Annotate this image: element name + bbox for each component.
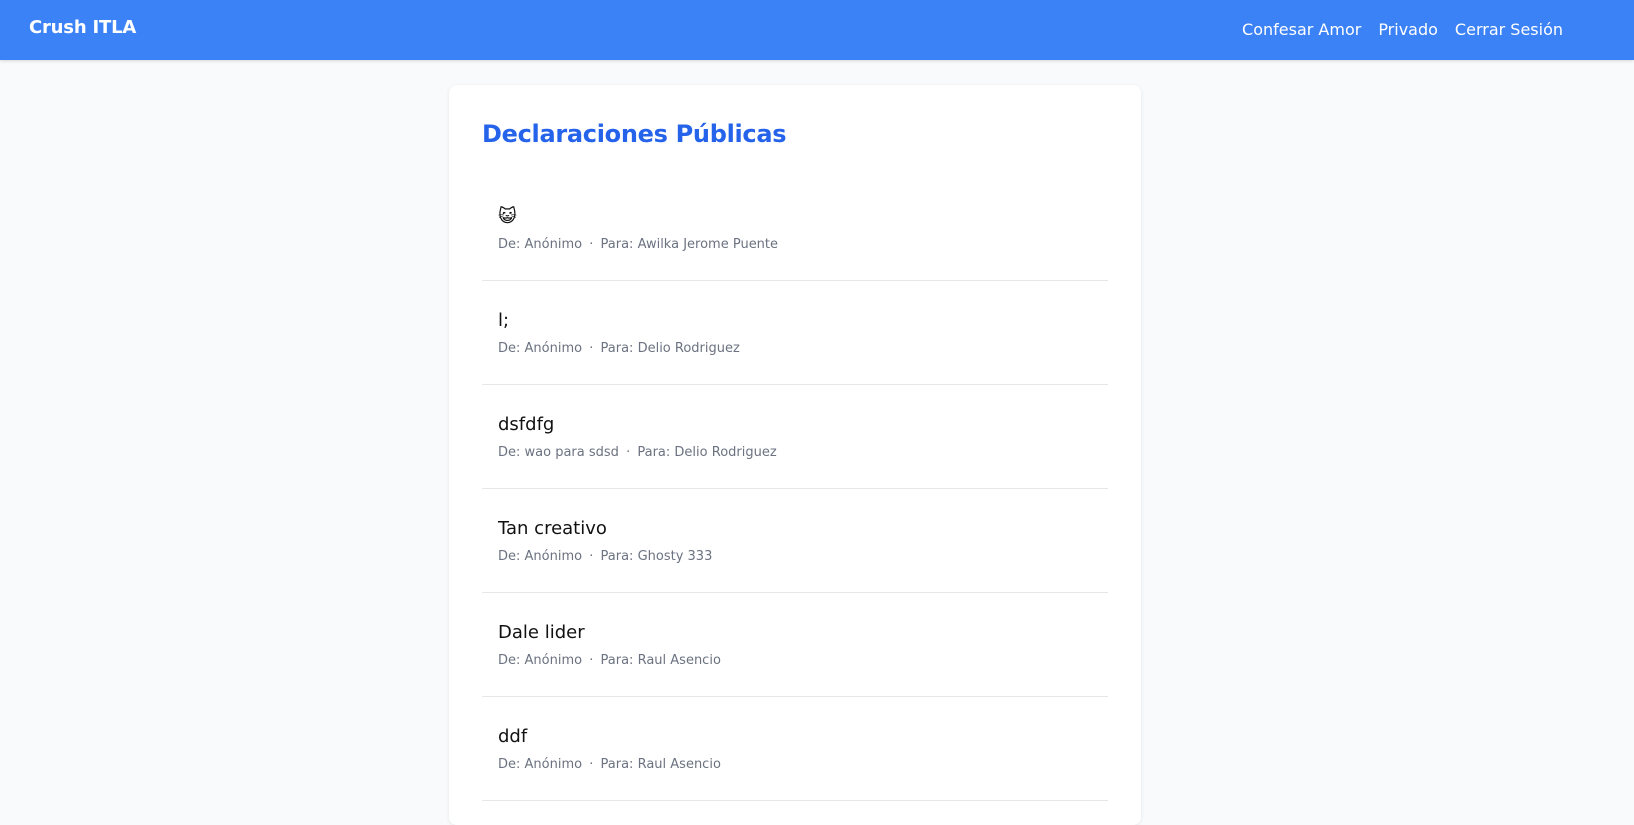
declarations-card: Declaraciones Públicas 😺 De: Anónimo · P… xyxy=(449,85,1141,825)
list-item: Tan creativo De: Anónimo · Para: Ghosty … xyxy=(482,489,1108,593)
to-value: Awilka Jerome Puente xyxy=(637,237,779,252)
declaration-message: ddf xyxy=(498,726,528,747)
from-label: De: xyxy=(498,445,521,460)
to-label: Para: xyxy=(600,237,634,252)
declaration-meta: De: Anónimo · Para: Awilka Jerome Puente xyxy=(498,237,778,253)
declaration-meta: De: Anónimo · Para: Raul Asencio xyxy=(498,653,721,669)
brand-logo[interactable]: Crush ITLA xyxy=(29,17,136,39)
from-value: Anónimo xyxy=(524,341,583,356)
declaration-message: Tan creativo xyxy=(498,518,607,539)
list-item: 😺 De: Anónimo · Para: Awilka Jerome Puen… xyxy=(482,177,1108,281)
meta-separator: · xyxy=(589,341,594,356)
from-label: De: xyxy=(498,549,521,564)
page-title: Declaraciones Públicas xyxy=(482,120,787,148)
meta-separator: · xyxy=(626,445,631,460)
from-label: De: xyxy=(498,341,521,356)
declaration-message: 😺 xyxy=(498,206,517,227)
nav-link-privado[interactable]: Privado xyxy=(1378,19,1438,41)
declaration-message: l; xyxy=(498,310,510,331)
from-value: Anónimo xyxy=(524,757,583,772)
from-label: De: xyxy=(498,757,521,772)
nav-links: Confesar Amor Privado Cerrar Sesión xyxy=(1242,19,1563,41)
from-label: De: xyxy=(498,653,521,668)
nav-link-confesar-amor[interactable]: Confesar Amor xyxy=(1242,19,1361,41)
declaration-meta: De: Anónimo · Para: Ghosty 333 xyxy=(498,549,712,565)
declaration-meta: De: Anónimo · Para: Delio Rodriguez xyxy=(498,341,740,357)
meta-separator: · xyxy=(589,549,594,564)
to-value: Raul Asencio xyxy=(637,757,721,772)
to-value: Delio Rodriguez xyxy=(674,445,777,460)
list-item: ddf De: Anónimo · Para: Raul Asencio xyxy=(482,697,1108,801)
list-item: l; De: Anónimo · Para: Delio Rodriguez xyxy=(482,281,1108,385)
from-value: Anónimo xyxy=(524,549,583,564)
declaration-meta: De: wao para sdsd · Para: Delio Rodrigue… xyxy=(498,445,777,461)
from-value: Anónimo xyxy=(524,653,583,668)
meta-separator: · xyxy=(589,757,594,772)
from-value: wao para sdsd xyxy=(524,445,619,460)
top-navbar: Crush ITLA Confesar Amor Privado Cerrar … xyxy=(0,0,1634,60)
to-label: Para: xyxy=(600,653,634,668)
to-label: Para: xyxy=(600,757,634,772)
declarations-list: 😺 De: Anónimo · Para: Awilka Jerome Puen… xyxy=(482,177,1108,801)
to-label: Para: xyxy=(600,341,634,356)
from-label: De: xyxy=(498,237,521,252)
to-label: Para: xyxy=(600,549,634,564)
declaration-message: dsfdfg xyxy=(498,414,555,435)
to-value: Delio Rodriguez xyxy=(637,341,740,356)
to-label: Para: xyxy=(637,445,671,460)
list-item: dsfdfg De: wao para sdsd · Para: Delio R… xyxy=(482,385,1108,489)
list-item: Dale lider De: Anónimo · Para: Raul Asen… xyxy=(482,593,1108,697)
meta-separator: · xyxy=(589,653,594,668)
meta-separator: · xyxy=(589,237,594,252)
nav-link-cerrar-sesion[interactable]: Cerrar Sesión xyxy=(1455,19,1563,41)
declaration-meta: De: Anónimo · Para: Raul Asencio xyxy=(498,757,721,773)
declaration-message: Dale lider xyxy=(498,622,585,643)
to-value: Raul Asencio xyxy=(637,653,721,668)
to-value: Ghosty 333 xyxy=(637,549,713,564)
from-value: Anónimo xyxy=(524,237,583,252)
